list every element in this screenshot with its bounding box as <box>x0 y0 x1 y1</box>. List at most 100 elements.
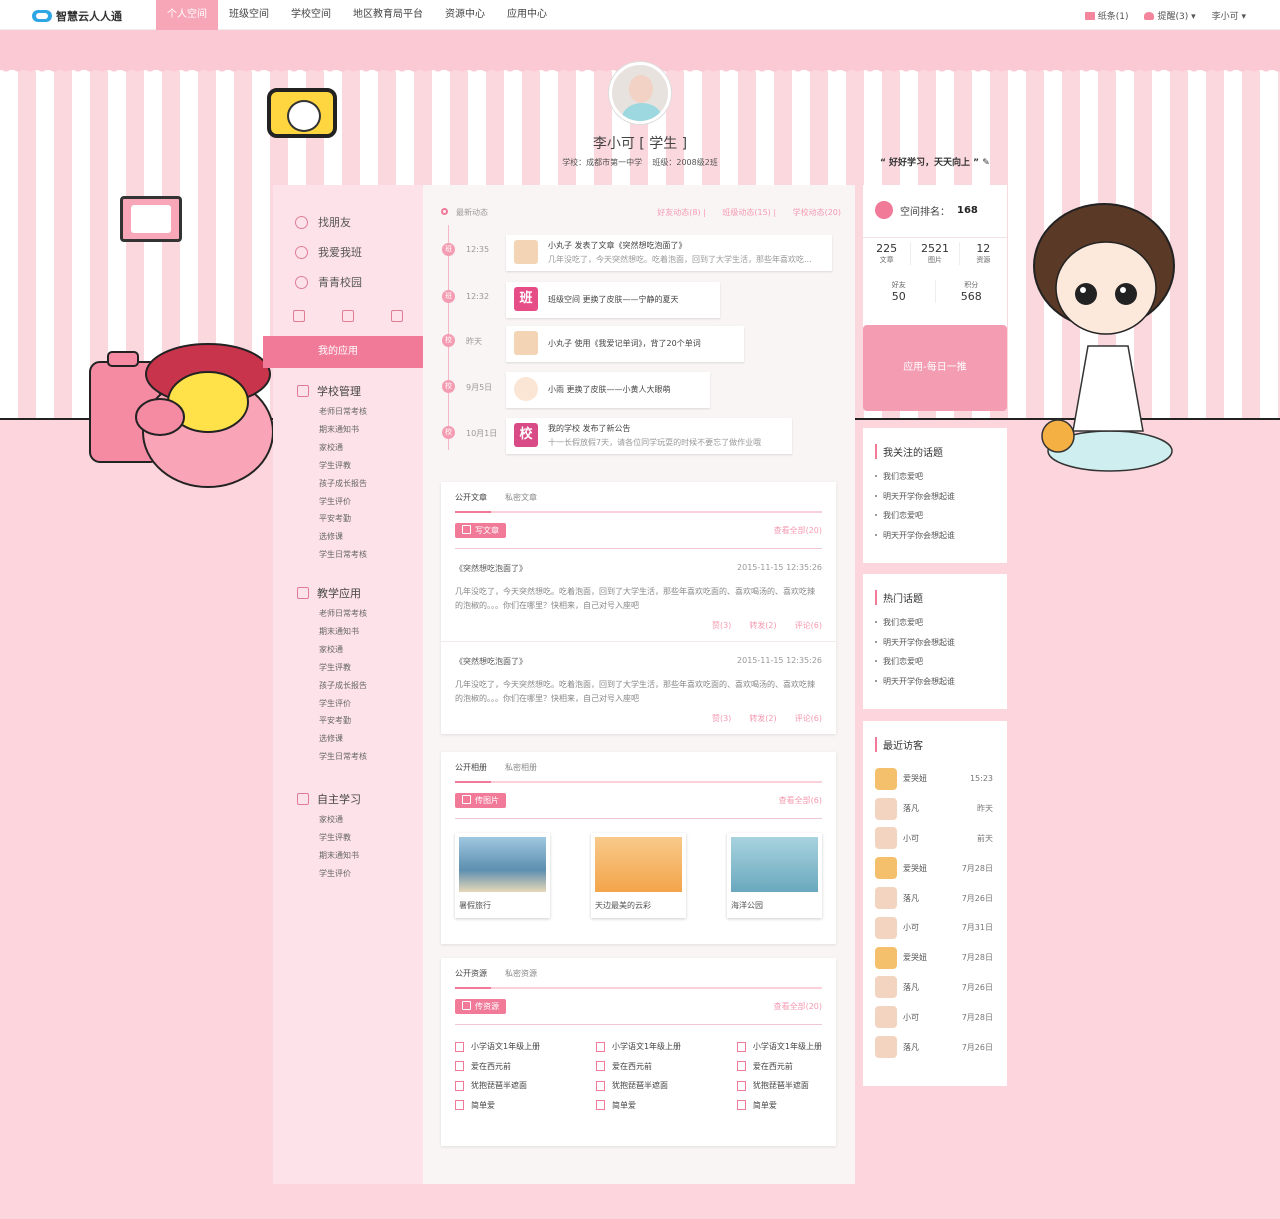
timeline-card[interactable]: 小丸子 发表了文章《突然想吃泡面了》 几年没吃了，今天突然想吃。吃着泡面，回到了… <box>506 235 832 271</box>
sub-item[interactable]: 学生评教 <box>319 829 361 847</box>
sub-item[interactable]: 期末通知书 <box>319 421 367 439</box>
photo-card[interactable]: 天边最美的云彩 <box>591 833 686 918</box>
resource-item[interactable]: 犹抱琵琶半遮面 <box>736 1076 822 1096</box>
daily-app-push[interactable]: 应用-每日一推 <box>863 325 1007 411</box>
sub-item[interactable]: 孩子成长报告 <box>319 677 367 695</box>
resource-item[interactable]: 犹抱琵琶半遮面 <box>595 1076 681 1096</box>
resource-item[interactable]: 爱在西元前 <box>455 1057 540 1077</box>
topic-item[interactable]: 我们恋爱吧 <box>875 617 997 637</box>
user-menu[interactable]: 李小可 ▾ <box>1212 9 1246 22</box>
stat-resources[interactable]: 12 资源 <box>960 242 1007 265</box>
visitor-item[interactable]: 落凡 7月26日 <box>875 1032 997 1062</box>
visitor-item[interactable]: 爱哭妞 15:23 <box>875 764 997 794</box>
resource-item[interactable]: 小学语文1年级上册 <box>455 1037 540 1057</box>
nav-item-region[interactable]: 地区教育局平台 <box>342 0 434 30</box>
sub-item[interactable]: 家校通 <box>319 641 367 659</box>
sub-item[interactable]: 学生评价 <box>319 493 367 511</box>
nav-item-personal[interactable]: 个人空间 <box>156 0 218 30</box>
stat-friends[interactable]: 好友 50 <box>863 280 936 303</box>
visitor-item[interactable]: 落凡 7月26日 <box>875 883 997 913</box>
tab-private-articles[interactable]: 私密文章 <box>505 492 537 503</box>
visitor-item[interactable]: 爱哭妞 7月28日 <box>875 943 997 973</box>
timeline-card[interactable]: 校 我的学校 发布了新公告 十一长假放假7天，请各位同学玩耍的时候不要忘了做作业… <box>506 418 792 454</box>
sub-item[interactable]: 选修课 <box>319 730 367 748</box>
timeline-card[interactable]: 班 班级空间 更换了皮肤——宁静的夏天 <box>506 282 720 318</box>
sidebar-item-find-friends[interactable]: 找朋友 <box>295 207 362 237</box>
resource-item[interactable]: 简单爱 <box>595 1096 681 1116</box>
sidebar-item-my-apps[interactable]: 我的应用 <box>263 336 423 368</box>
topic-item[interactable]: 明天开学你会想起谁 <box>875 530 997 550</box>
tab-school-updates[interactable]: 学校动态(20) <box>793 208 841 217</box>
avatar[interactable] <box>609 62 671 124</box>
sub-item[interactable]: 选修课 <box>319 528 367 546</box>
group-title[interactable]: 学校管理 <box>297 383 367 399</box>
timeline-card[interactable]: 小雨 更换了皮肤——小黄人大眼萌 <box>506 372 710 408</box>
logo[interactable]: 智慧云人人通 <box>32 8 122 24</box>
tab-class-updates[interactable]: 班级动态(15) <box>722 208 770 217</box>
sub-item[interactable]: 学生评价 <box>319 695 367 713</box>
sub-item[interactable]: 期末通知书 <box>319 623 367 641</box>
photo-card[interactable]: 暑假旅行 <box>455 833 550 918</box>
visitor-item[interactable]: 小可 7月28日 <box>875 1002 997 1032</box>
visitor-item[interactable]: 小可 前天 <box>875 824 997 854</box>
resource-item[interactable]: 小学语文1年级上册 <box>595 1037 681 1057</box>
resource-item[interactable]: 爱在西元前 <box>595 1057 681 1077</box>
sub-item[interactable]: 平安考勤 <box>319 712 367 730</box>
view-all-resources-link[interactable]: 查看全部(20) <box>774 1001 822 1012</box>
write-article-button[interactable]: 写文章 <box>455 523 506 538</box>
sidebar-item-my-class[interactable]: 我爱我班 <box>295 237 362 267</box>
upload-icon[interactable] <box>391 310 403 322</box>
group-title[interactable]: 教学应用 <box>297 585 367 601</box>
stat-points[interactable]: 积分 568 <box>936 280 1008 303</box>
visitor-item[interactable]: 爱哭妞 7月28日 <box>875 853 997 883</box>
resource-item[interactable]: 爱在西元前 <box>736 1057 822 1077</box>
resource-item[interactable]: 简单爱 <box>455 1096 540 1116</box>
tab-friend-updates[interactable]: 好友动态(8) <box>657 208 700 217</box>
nav-item-apps[interactable]: 应用中心 <box>496 0 558 30</box>
resource-item[interactable]: 简单爱 <box>736 1096 822 1116</box>
article-title[interactable]: 《突然想吃泡面了》 <box>455 563 527 574</box>
sub-item[interactable]: 老师日常考核 <box>319 403 367 421</box>
view-all-photos-link[interactable]: 查看全部(6) <box>779 795 822 806</box>
sub-item[interactable]: 学生评教 <box>319 659 367 677</box>
sub-item[interactable]: 学生日常考核 <box>319 546 367 564</box>
topic-item[interactable]: 明天开学你会想起谁 <box>875 637 997 657</box>
sub-item[interactable]: 学生评教 <box>319 457 367 475</box>
timeline-card[interactable]: 小丸子 使用《我爱记单词》，背了20个单词 <box>506 326 744 362</box>
remind-link[interactable]: 提醒(3) ▾ <box>1144 9 1196 22</box>
nav-item-school[interactable]: 学校空间 <box>280 0 342 30</box>
like-button[interactable]: 赞(3) <box>712 714 731 723</box>
stat-images[interactable]: 2521 图片 <box>911 242 960 265</box>
write-icon[interactable] <box>293 310 305 322</box>
edit-icon[interactable]: ✎ <box>982 158 990 168</box>
upload-photo-button[interactable]: 传图片 <box>455 793 506 808</box>
resource-item[interactable]: 犹抱琵琶半遮面 <box>455 1076 540 1096</box>
sidebar-item-campus[interactable]: 青青校园 <box>295 267 362 297</box>
sub-item[interactable]: 平安考勤 <box>319 510 367 528</box>
topic-item[interactable]: 我们恋爱吧 <box>875 471 997 491</box>
topic-item[interactable]: 我们恋爱吧 <box>875 510 997 530</box>
topic-item[interactable]: 我们恋爱吧 <box>875 656 997 676</box>
topic-item[interactable]: 明天开学你会想起谁 <box>875 491 997 511</box>
sub-item[interactable]: 家校通 <box>319 439 367 457</box>
group-title[interactable]: 自主学习 <box>297 791 361 807</box>
comment-button[interactable]: 评论(6) <box>795 621 822 630</box>
sub-item[interactable]: 孩子成长报告 <box>319 475 367 493</box>
view-all-articles-link[interactable]: 查看全部(20) <box>774 525 822 536</box>
sub-item[interactable]: 家校通 <box>319 811 361 829</box>
sub-item[interactable]: 学生评价 <box>319 865 361 883</box>
like-button[interactable]: 赞(3) <box>712 621 731 630</box>
sub-item[interactable]: 学生日常考核 <box>319 748 367 766</box>
article-title[interactable]: 《突然想吃泡面了》 <box>455 656 527 667</box>
visitor-item[interactable]: 落凡 昨天 <box>875 794 997 824</box>
stat-articles[interactable]: 225 文章 <box>863 242 912 265</box>
resource-item[interactable]: 小学语文1年级上册 <box>736 1037 822 1057</box>
upload-resource-button[interactable]: 传资源 <box>455 999 506 1014</box>
sub-item[interactable]: 期末通知书 <box>319 847 361 865</box>
share-button[interactable]: 转发(2) <box>749 621 776 630</box>
sub-item[interactable]: 老师日常考核 <box>319 605 367 623</box>
camera-icon[interactable] <box>342 310 354 322</box>
tab-public-articles[interactable]: 公开文章 <box>455 492 487 503</box>
topic-item[interactable]: 明天开学你会想起谁 <box>875 676 997 696</box>
tab-public-resources[interactable]: 公开资源 <box>455 968 487 979</box>
